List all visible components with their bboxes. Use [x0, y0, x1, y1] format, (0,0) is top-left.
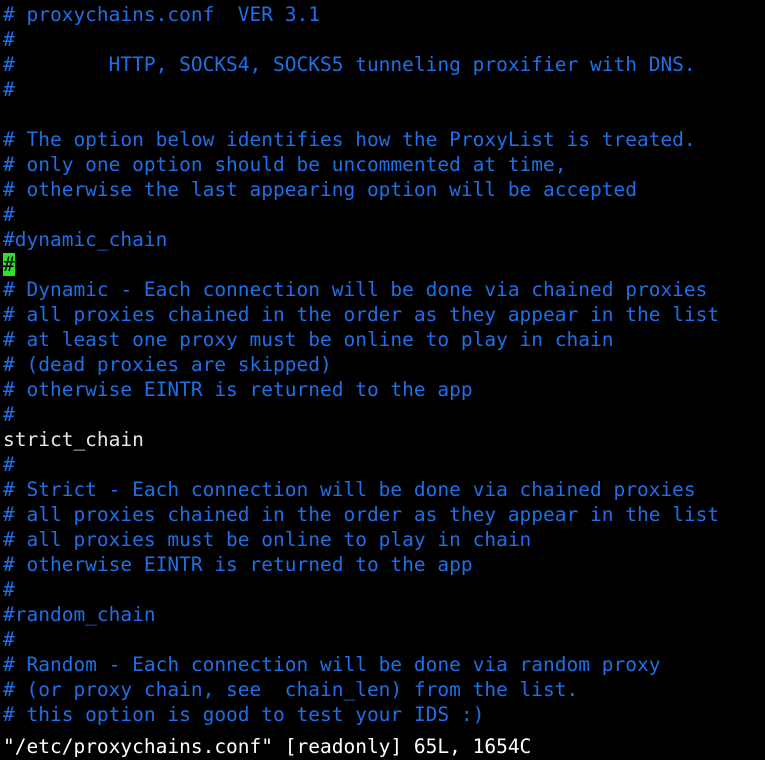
buffer-line[interactable]: #: [0, 402, 765, 427]
buffer-line[interactable]: # Random - Each connection will be done …: [0, 652, 765, 677]
buffer-line-text: strict_chain: [3, 428, 144, 451]
buffer-line-text: # at least one proxy must be online to p…: [3, 328, 614, 351]
buffer-line-text: # Dynamic - Each connection will be done…: [3, 278, 708, 301]
buffer-line[interactable]: # only one option should be uncommented …: [0, 152, 765, 177]
buffer-line-text: # otherwise EINTR is returned to the app: [3, 378, 473, 401]
buffer-line-text: # otherwise EINTR is returned to the app: [3, 553, 473, 576]
buffer-line-text: # Strict - Each connection will be done …: [3, 478, 696, 501]
buffer-line[interactable]: strict_chain: [0, 427, 765, 452]
buffer-line-text: # all proxies must be online to play in …: [3, 528, 532, 551]
vim-status-line: "/etc/proxychains.conf" [readonly] 65L, …: [0, 733, 765, 760]
buffer-line-text: # this option is good to test your IDS :…: [3, 703, 485, 726]
buffer-line-text: # (or proxy chain, see chain_len) from t…: [3, 678, 579, 701]
terminal-window[interactable]: # proxychains.conf VER 3.1 # # HTTP, SOCKS…: [0, 0, 765, 760]
buffer-line[interactable]: # otherwise EINTR is returned to the app: [0, 377, 765, 402]
buffer-line[interactable]: #: [0, 27, 765, 52]
buffer-line[interactable]: # proxychains.conf VER 3.1: [0, 2, 765, 27]
buffer-line-text: # all proxies chained in the order as th…: [3, 503, 720, 526]
buffer-line[interactable]: #: [0, 577, 765, 602]
buffer-line-text: # all proxies chained in the order as th…: [3, 303, 720, 326]
buffer-line[interactable]: # all proxies chained in the order as th…: [0, 502, 765, 527]
buffer-line[interactable]: #: [0, 452, 765, 477]
buffer-line-text: #dynamic_chain: [3, 228, 168, 251]
buffer-line-text: # proxychains.conf VER 3.1: [3, 3, 320, 26]
buffer-line[interactable]: # Strict - Each connection will be done …: [0, 477, 765, 502]
buffer-line-text: # HTTP, SOCKS4, SOCKS5 tunneling proxifi…: [3, 53, 696, 76]
buffer-line[interactable]: # (or proxy chain, see chain_len) from t…: [0, 677, 765, 702]
buffer-line[interactable]: # Dynamic - Each connection will be done…: [0, 277, 765, 302]
buffer-line[interactable]: # otherwise the last appearing option wi…: [0, 177, 765, 202]
buffer-line-text: #random_chain: [3, 603, 156, 626]
buffer-line[interactable]: # HTTP, SOCKS4, SOCKS5 tunneling proxifi…: [0, 52, 765, 77]
buffer-line[interactable]: # otherwise EINTR is returned to the app: [0, 552, 765, 577]
buffer-line-text: # The option below identifies how the Pr…: [3, 128, 696, 151]
buffer-line-text: #: [3, 28, 15, 51]
text-cursor: #: [3, 253, 16, 276]
buffer-line[interactable]: #dynamic_chain: [0, 227, 765, 252]
buffer-line[interactable]: #: [0, 202, 765, 227]
buffer-line[interactable]: #: [0, 252, 765, 277]
vim-text-buffer[interactable]: # proxychains.conf VER 3.1 # # HTTP, SOCKS…: [0, 0, 765, 727]
buffer-line-text: # only one option should be uncommented …: [3, 153, 567, 176]
buffer-line[interactable]: #: [0, 77, 765, 102]
buffer-line-text: #: [3, 628, 15, 651]
buffer-line-text: #: [3, 203, 15, 226]
buffer-line[interactable]: #random_chain: [0, 602, 765, 627]
buffer-line[interactable]: # (dead proxies are skipped): [0, 352, 765, 377]
buffer-line[interactable]: # this option is good to test your IDS :…: [0, 702, 765, 727]
buffer-line[interactable]: [0, 102, 765, 127]
buffer-line[interactable]: # all proxies must be online to play in …: [0, 527, 765, 552]
buffer-line[interactable]: #: [0, 627, 765, 652]
buffer-line-text: #: [3, 453, 15, 476]
buffer-line-text: #: [3, 578, 15, 601]
buffer-line-text: #: [3, 78, 15, 101]
buffer-line-text: # otherwise the last appearing option wi…: [3, 178, 637, 201]
buffer-line[interactable]: # all proxies chained in the order as th…: [0, 302, 765, 327]
buffer-line-text: # Random - Each connection will be done …: [3, 653, 661, 676]
buffer-line[interactable]: # The option below identifies how the Pr…: [0, 127, 765, 152]
buffer-line-text: #: [3, 403, 15, 426]
buffer-line[interactable]: # at least one proxy must be online to p…: [0, 327, 765, 352]
buffer-line-text: # (dead proxies are skipped): [3, 353, 332, 376]
